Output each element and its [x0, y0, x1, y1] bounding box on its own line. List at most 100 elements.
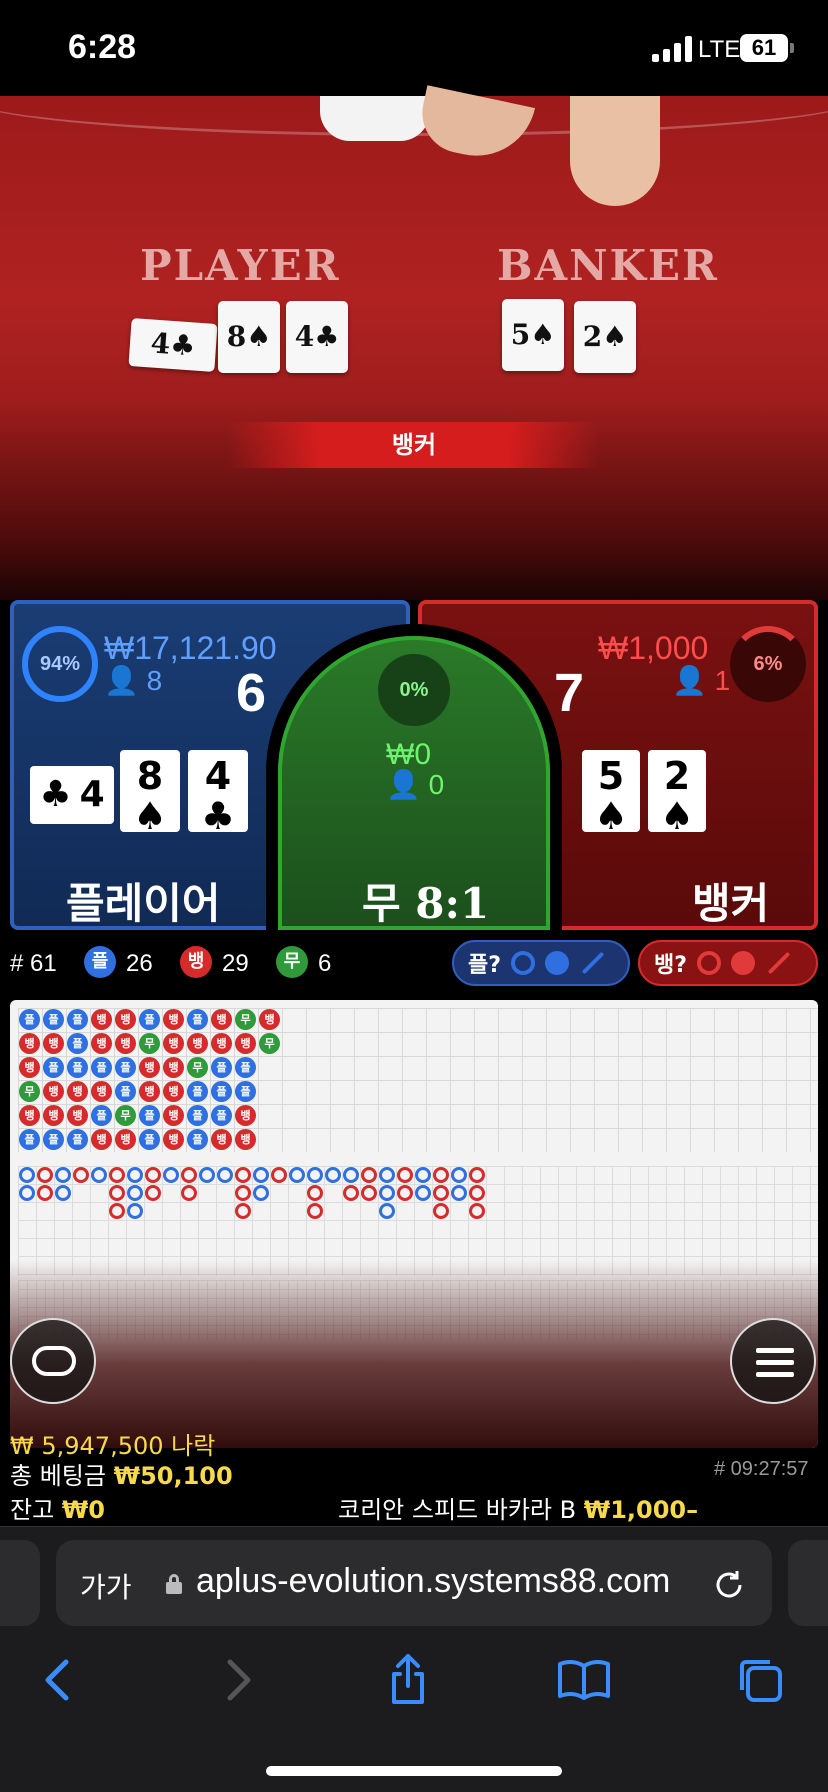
big-road-cell	[73, 1167, 89, 1183]
dealer-sleeve	[320, 96, 430, 141]
slash-icon	[581, 951, 605, 975]
big-road-cell	[451, 1185, 467, 1201]
previous-tab-preview[interactable]	[0, 1540, 40, 1626]
result-banner: 뱅커	[228, 422, 600, 468]
big-road-cell	[109, 1203, 125, 1219]
hollow-circle-icon	[511, 951, 536, 975]
bead-road-cell: 뱅	[259, 1009, 280, 1030]
bead-road-cell: 플	[235, 1057, 256, 1078]
bead-road-cell: 뱅	[19, 1105, 40, 1126]
scoreboard-roadmap[interactable]: 플뱅뱅무뱅플플뱅플뱅뱅플플플플뱅뱅플뱅뱅플뱅플뱅뱅뱅플플무뱅플무뱅뱅플플뱅뱅뱅뱅…	[10, 1000, 818, 1448]
bead-road-cell: 플	[211, 1105, 232, 1126]
bead-road-cell: 무	[115, 1105, 136, 1126]
bead-road-cell: 플	[91, 1057, 112, 1078]
bead-road-cell: 뱅	[91, 1033, 112, 1054]
big-road-cell	[433, 1185, 449, 1201]
battery-tip	[790, 43, 794, 53]
chat-button[interactable]	[10, 1318, 96, 1404]
big-road-cell	[307, 1185, 323, 1201]
bead-road-cell: 플	[91, 1105, 112, 1126]
tie-count-badge: 무	[276, 946, 308, 978]
url-text[interactable]: aplus-evolution.systems88.com	[196, 1562, 670, 1601]
banker-score: 7	[554, 663, 585, 723]
big-road-cell	[235, 1185, 251, 1201]
big-road-cell	[307, 1167, 323, 1183]
predict-player-label: 플?	[468, 953, 502, 978]
bead-road: 플뱅뱅무뱅플플뱅플뱅뱅플플플플뱅뱅플뱅뱅플뱅플뱅뱅뱅플플무뱅플무뱅뱅플플뱅뱅뱅뱅…	[18, 1008, 818, 1152]
bead-road-cell: 플	[67, 1057, 88, 1078]
dealer-hand-right	[570, 96, 660, 206]
page-settings-button[interactable]: 가가	[80, 1566, 132, 1606]
roadmap-overlay	[10, 1260, 818, 1448]
big-road-cell	[181, 1185, 197, 1201]
bead-road-cell: 무	[19, 1081, 40, 1102]
video-player-card-2: 8♠	[218, 301, 280, 373]
bead-road-cell: 뱅	[43, 1105, 64, 1126]
bead-road-cell: 뱅	[19, 1057, 40, 1078]
banker-win-count: 29	[222, 950, 249, 977]
banker-bettor-count: 👤 1	[672, 665, 731, 696]
bead-road-cell: 무	[259, 1033, 280, 1054]
hollow-circle-icon	[697, 951, 722, 975]
bead-road-cell: 뱅	[19, 1033, 40, 1054]
bead-road-cell: 뱅	[163, 1033, 184, 1054]
big-road-cell	[127, 1167, 143, 1183]
bead-road-cell: 뱅	[211, 1129, 232, 1150]
big-road-cell	[253, 1185, 269, 1201]
bead-road-cell: 뱅	[91, 1129, 112, 1150]
bead-road-cell: 플	[67, 1129, 88, 1150]
tie-label: 무 8:1	[362, 879, 490, 928]
game-time: # 09:27:57	[714, 1458, 809, 1480]
big-road-cell	[109, 1185, 125, 1201]
menu-icon	[756, 1348, 794, 1353]
bead-road-cell: 뱅	[115, 1033, 136, 1054]
big-road-cell	[127, 1185, 143, 1201]
next-tab-preview[interactable]	[788, 1540, 828, 1626]
share-icon[interactable]	[378, 1650, 438, 1710]
back-icon[interactable]	[30, 1650, 90, 1710]
bead-road-cell: 뱅	[139, 1081, 160, 1102]
forward-icon[interactable]	[206, 1650, 266, 1710]
video-player-card-1: 4♣	[128, 318, 218, 372]
menu-button[interactable]	[730, 1318, 816, 1404]
predict-banker-button[interactable]: 뱅?	[638, 940, 818, 986]
bead-road-cell: 플	[43, 1129, 64, 1150]
big-road-cell	[379, 1185, 395, 1201]
total-bet: 총 베팅금 ₩50,100	[10, 1462, 233, 1490]
big-road-cell	[433, 1203, 449, 1219]
tabs-icon[interactable]	[730, 1650, 790, 1710]
bead-road-cell: 뱅	[187, 1033, 208, 1054]
bead-road-cell: 뱅	[235, 1033, 256, 1054]
predict-player-button[interactable]: 플?	[452, 940, 630, 986]
tie-win-count: 6	[318, 950, 332, 977]
solid-circle-icon	[545, 951, 570, 975]
bead-road-cell: 플	[19, 1009, 40, 1030]
player-score: 6	[236, 663, 267, 723]
big-road-cell	[145, 1185, 161, 1201]
banker-card-2: 2 ♠	[648, 750, 706, 836]
predict-banker-label: 뱅?	[654, 953, 688, 978]
big-road-cell	[217, 1167, 233, 1183]
bead-road-cell: 플	[67, 1033, 88, 1054]
bead-road-cell: 뱅	[235, 1105, 256, 1126]
big-road-cell	[325, 1167, 341, 1183]
bookmarks-icon[interactable]	[554, 1650, 614, 1710]
felt-banker-label: BANKER	[497, 241, 719, 290]
tie-bettor-count: 👤 0	[386, 769, 445, 800]
banker-count-badge: 뱅	[180, 946, 212, 978]
lock-icon	[166, 1574, 182, 1594]
bead-road-cell: 플	[187, 1009, 208, 1030]
home-indicator[interactable]	[266, 1766, 562, 1776]
bead-road-cell: 뱅	[235, 1129, 256, 1150]
big-road-cell	[415, 1167, 431, 1183]
video-player-card-3: 4♣	[286, 301, 348, 373]
tie-bet-amount: ₩0	[386, 738, 431, 771]
stats-bar: # 61 플 26 뱅 29 무 6 플? 뱅?	[0, 940, 828, 994]
bead-road-cell: 플	[67, 1009, 88, 1030]
big-road-cell	[37, 1185, 53, 1201]
bead-road-cell: 뱅	[91, 1009, 112, 1030]
reload-icon[interactable]	[712, 1568, 746, 1602]
banker-bet-amount: ₩1,000	[598, 630, 709, 666]
slash-icon	[767, 951, 791, 975]
bead-road-cell: 뱅	[91, 1081, 112, 1102]
